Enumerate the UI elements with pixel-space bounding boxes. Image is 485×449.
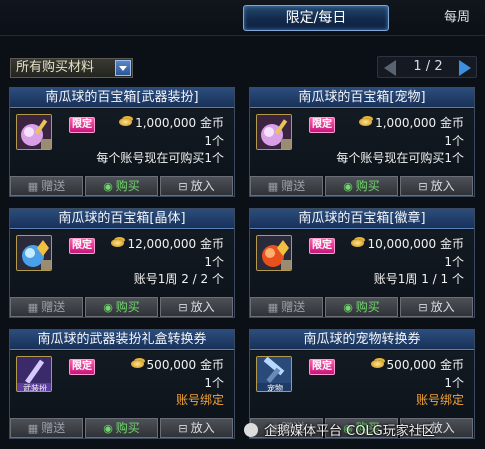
gold-coin-icon [130,360,144,368]
top-bar: 限定/每日 每周 [0,0,485,36]
limited-badge: 限定 [309,238,335,254]
prev-page-icon[interactable] [384,60,396,76]
buy-icon: ◉ [343,180,353,193]
item-quantity: 1个 [204,255,224,269]
item-title: 南瓜球的武器装扮礼盒转换券 [10,330,234,350]
gift-icon: ▦ [267,301,279,314]
put-in-cart-button[interactable]: ⊟ 放入 [160,176,233,196]
pet-voucher-icon[interactable]: 宠物 [256,356,292,392]
item-card: 南瓜球的百宝箱[徽章] 限定 10,000,000 金币 1个 账号1周 1 /… [249,208,475,318]
put-in-cart-button[interactable]: ⊟ 放入 [400,297,473,317]
purchase-limit-text: 账号1周 2 / 2 个 [133,272,224,286]
buy-icon: ◉ [103,180,113,193]
material-filter-dropdown[interactable]: 所有购买材料 [10,58,133,78]
buy-icon: ◉ [103,301,113,314]
item-quantity: 1个 [204,134,224,148]
gift-icon: ▦ [27,301,39,314]
penguin-icon [244,423,258,437]
buy-icon: ◉ [343,301,353,314]
gift-button[interactable]: ▦ 赠送 [10,176,83,196]
pumpkin-box-pet-icon[interactable] [256,114,292,150]
account-bound-text: 账号绑定 [415,393,464,407]
cart-icon: ⊟ [178,301,188,314]
tab-weekly[interactable]: 每周 [432,8,482,28]
tab-limited-daily[interactable]: 限定/每日 [243,5,389,31]
account-bound-text: 账号绑定 [175,393,224,407]
item-price: 500,000 金币 [130,356,224,373]
gold-coin-icon [351,239,365,247]
item-title: 南瓜球的百宝箱[宠物] [250,88,474,108]
item-card: 南瓜球的百宝箱[宠物] 限定 1,000,000 金币 1个 每个账号现在可购买… [249,87,475,197]
pumpkin-box-weapon-icon[interactable] [16,114,52,150]
weapon-voucher-icon[interactable]: 武装扮 [16,356,52,392]
buy-button[interactable]: ◉ 购买 [85,418,158,438]
gift-button[interactable]: ▦ 赠送 [10,418,83,438]
gift-icon: ▦ [27,422,39,435]
watermark: 企鹅媒体平台 COLG玩家社区 [244,421,482,443]
purchase-limit-text: 账号1周 1 / 1 个 [373,272,464,286]
gift-icon: ▦ [267,180,279,193]
gold-coin-icon [119,118,133,126]
item-title: 南瓜球的百宝箱[武器装扮] [10,88,234,108]
voucher-icon-label: 宠物 [267,383,283,392]
next-page-icon[interactable] [459,60,471,76]
limited-badge: 限定 [69,359,95,375]
pumpkin-box-emblem-icon[interactable] [256,235,292,271]
gold-coin-icon [111,239,125,247]
buy-button[interactable]: ◉ 购买 [325,297,398,317]
gold-coin-icon [359,118,373,126]
gift-button[interactable]: ▦ 赠送 [250,297,323,317]
limited-badge: 限定 [309,117,335,133]
purchase-limit-text: 每个账号现在可购买1个 [336,151,464,165]
item-price: 500,000 金币 [370,356,464,373]
filter-selected-label: 所有购买材料 [16,60,95,75]
item-quantity: 1个 [204,376,224,390]
item-title: 南瓜球的宠物转换券 [250,330,474,350]
buy-button[interactable]: ◉ 购买 [85,297,158,317]
item-title: 南瓜球的百宝箱[徽章] [250,209,474,229]
gift-button[interactable]: ▦ 赠送 [10,297,83,317]
put-in-cart-button[interactable]: ⊟ 放入 [160,297,233,317]
purchase-limit-text: 每个账号现在可购买1个 [96,151,224,165]
put-in-cart-button[interactable]: ⊟ 放入 [160,418,233,438]
cart-icon: ⊟ [178,180,188,193]
cart-icon: ⊟ [418,180,428,193]
buy-button[interactable]: ◉ 购买 [85,176,158,196]
item-quantity: 1个 [444,255,464,269]
buy-button[interactable]: ◉ 购买 [325,176,398,196]
page-indicator: 1 / 2 [413,59,443,74]
put-in-cart-button[interactable]: ⊟ 放入 [400,176,473,196]
pumpkin-box-crystal-icon[interactable] [16,235,52,271]
item-price: 1,000,000 金币 [119,114,224,131]
item-price: 10,000,000 金币 [351,235,464,252]
item-price: 1,000,000 金币 [359,114,464,131]
cart-icon: ⊟ [418,301,428,314]
item-title: 南瓜球的百宝箱[晶体] [10,209,234,229]
cart-icon: ⊟ [178,422,188,435]
item-price: 12,000,000 金币 [111,235,224,252]
gift-icon: ▦ [27,180,39,193]
item-quantity: 1个 [444,376,464,390]
limited-badge: 限定 [309,359,335,375]
buy-icon: ◉ [103,422,113,435]
gift-button[interactable]: ▦ 赠送 [250,176,323,196]
gold-coin-icon [370,360,384,368]
item-quantity: 1个 [444,134,464,148]
chevron-down-icon[interactable] [115,60,131,76]
limited-badge: 限定 [69,238,95,254]
item-card: 南瓜球的百宝箱[晶体] 限定 12,000,000 金币 1个 账号1周 2 /… [9,208,235,318]
limited-badge: 限定 [69,117,95,133]
item-card: 南瓜球的武器装扮礼盒转换券 武装扮 限定 500,000 金币 1个 账号绑定 … [9,329,235,439]
item-card: 南瓜球的百宝箱[武器装扮] 限定 1,000,000 金币 1个 每个账号现在可… [9,87,235,197]
pager: 1 / 2 [377,56,477,78]
voucher-icon-label: 武装扮 [23,383,47,392]
